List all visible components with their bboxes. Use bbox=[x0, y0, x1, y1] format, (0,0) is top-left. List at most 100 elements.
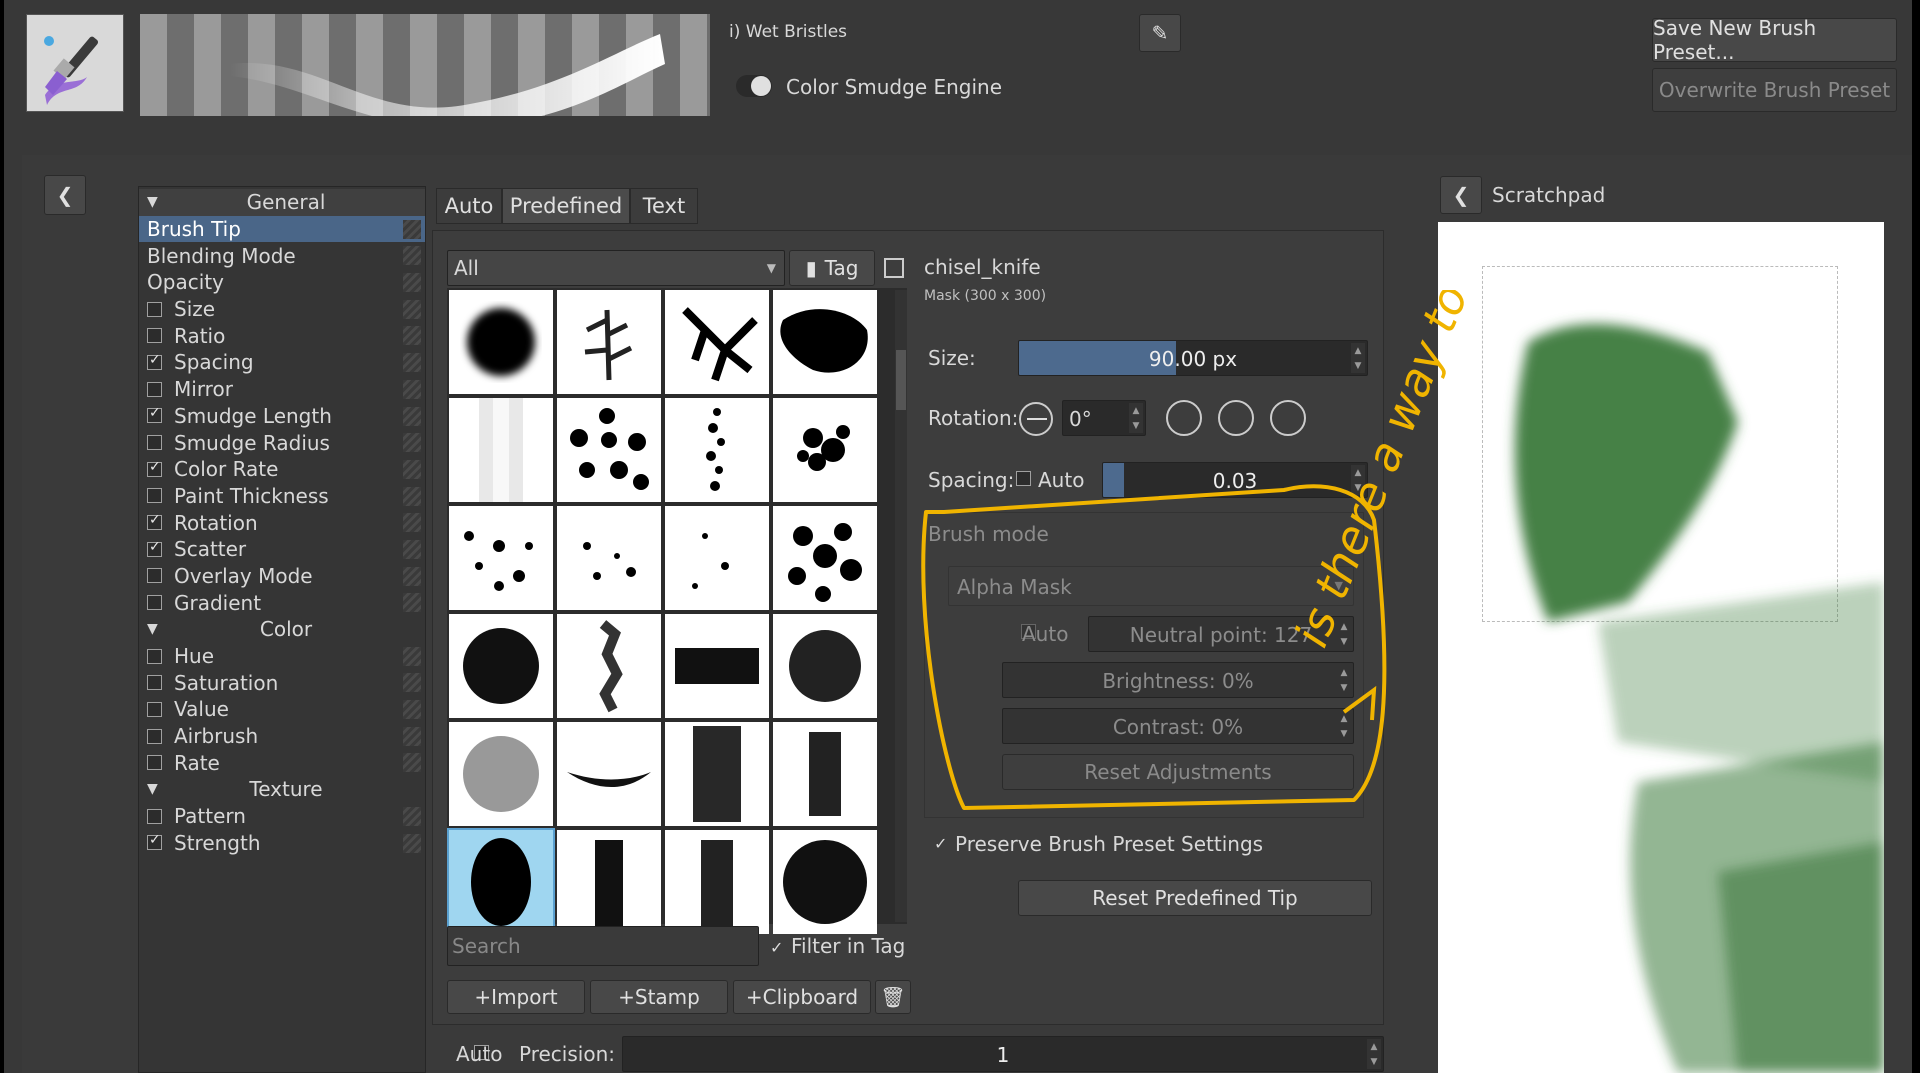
preset-icon[interactable] bbox=[26, 14, 124, 112]
category-item[interactable]: Paint Thickness bbox=[139, 483, 425, 510]
brush-tip-thumbnail[interactable] bbox=[773, 830, 877, 934]
category-item[interactable]: Gradient bbox=[139, 589, 425, 616]
scratchpad-collapse-button[interactable]: ❮ bbox=[1440, 176, 1482, 214]
tag-button[interactable]: ▮ Tag bbox=[789, 250, 875, 286]
filter-in-tag-checkbox[interactable]: ✓ bbox=[770, 938, 783, 957]
category-item[interactable]: Rotation bbox=[139, 509, 425, 536]
preserve-settings-checkbox[interactable]: ✓ bbox=[934, 834, 947, 853]
category-checkbox[interactable] bbox=[147, 301, 162, 317]
brush-tip-thumbnail[interactable] bbox=[557, 398, 661, 502]
brush-tip-thumbnail[interactable] bbox=[773, 290, 877, 394]
brush-tip-thumbnail[interactable] bbox=[557, 290, 661, 394]
category-item[interactable]: Smudge Radius bbox=[139, 429, 425, 456]
category-label: Saturation bbox=[174, 670, 279, 695]
category-item[interactable]: Scatter bbox=[139, 536, 425, 563]
category-item[interactable]: Overlay Mode bbox=[139, 563, 425, 590]
brush-tip-thumbnail[interactable] bbox=[449, 614, 553, 718]
brush-tip-thumbnail[interactable] bbox=[773, 398, 877, 502]
bookmark-icon: ▮ bbox=[805, 256, 817, 280]
import-button[interactable]: +Import bbox=[447, 980, 585, 1014]
category-header-color[interactable]: ▼ Color bbox=[139, 616, 425, 643]
tab-auto[interactable]: Auto bbox=[436, 188, 502, 224]
category-item[interactable]: Smudge Length bbox=[139, 403, 425, 430]
brush-tip-thumbnail[interactable] bbox=[665, 506, 769, 610]
brush-tip-thumbnail[interactable] bbox=[449, 398, 553, 502]
category-item[interactable]: Ratio bbox=[139, 322, 425, 349]
category-header-general[interactable]: ▼ General bbox=[139, 189, 425, 216]
category-checkbox[interactable] bbox=[147, 381, 162, 397]
engine-toggle[interactable] bbox=[736, 75, 772, 97]
edit-preset-name-button[interactable]: ✎ bbox=[1139, 14, 1181, 52]
category-checkbox[interactable] bbox=[147, 808, 162, 824]
brush-tip-thumbnail[interactable] bbox=[557, 722, 661, 826]
category-label: Blending Mode bbox=[147, 243, 296, 268]
category-label: Rate bbox=[174, 750, 220, 775]
collapse-left-button[interactable]: ❮ bbox=[44, 175, 86, 215]
category-item[interactable]: Value bbox=[139, 696, 425, 723]
stamp-button[interactable]: +Stamp bbox=[590, 980, 728, 1014]
category-label: Hue bbox=[174, 644, 215, 669]
brush-tip-thumbnail[interactable] bbox=[665, 290, 769, 394]
category-checkbox[interactable] bbox=[147, 539, 162, 557]
category-checkbox[interactable] bbox=[147, 675, 162, 691]
category-item[interactable]: Rate bbox=[139, 749, 425, 776]
category-label: Mirror bbox=[174, 377, 233, 402]
category-checkbox[interactable] bbox=[147, 488, 162, 504]
brush-tip-thumbnail[interactable] bbox=[665, 830, 769, 934]
tab-predefined[interactable]: Predefined bbox=[502, 188, 630, 224]
brush-tip-thumbnail[interactable] bbox=[449, 290, 553, 394]
category-checkbox[interactable] bbox=[147, 755, 162, 771]
brush-tip-thumbnail[interactable] bbox=[557, 830, 661, 934]
category-item[interactable]: Strength bbox=[139, 830, 425, 857]
tab-text[interactable]: Text bbox=[630, 188, 698, 224]
reset-predefined-tip-button[interactable]: Reset Predefined Tip bbox=[1018, 880, 1372, 916]
search-input[interactable]: Search bbox=[447, 926, 759, 966]
brush-tip-thumbnail[interactable] bbox=[557, 614, 661, 718]
brush-tip-grid bbox=[447, 288, 907, 936]
category-checkbox[interactable] bbox=[147, 648, 162, 664]
brush-tip-thumbnail[interactable] bbox=[665, 722, 769, 826]
category-item[interactable]: Brush Tip bbox=[139, 215, 425, 243]
category-item[interactable]: Pattern bbox=[139, 803, 425, 830]
category-item[interactable]: Size bbox=[139, 296, 425, 323]
category-label: Paint Thickness bbox=[174, 483, 329, 508]
category-checkbox[interactable] bbox=[147, 701, 162, 717]
brush-tip-thumbnail[interactable] bbox=[773, 506, 877, 610]
category-checkbox[interactable] bbox=[147, 328, 162, 344]
category-item[interactable]: Color Rate bbox=[139, 456, 425, 483]
precision-slider[interactable]: 1 ▲ ▼ bbox=[622, 1036, 1384, 1072]
category-checkbox[interactable] bbox=[147, 512, 162, 531]
category-item[interactable]: Opacity bbox=[139, 269, 425, 296]
category-item[interactable]: Saturation bbox=[139, 669, 425, 696]
brush-tip-thumbnail[interactable] bbox=[773, 722, 877, 826]
tag-filter-select[interactable]: All ▼ bbox=[447, 250, 785, 286]
category-item[interactable]: Mirror bbox=[139, 376, 425, 403]
category-checkbox[interactable] bbox=[147, 832, 162, 851]
category-checkbox[interactable] bbox=[147, 352, 162, 370]
precision-auto-label: Auto bbox=[456, 1042, 503, 1066]
brush-tip-thumbnail[interactable] bbox=[557, 506, 661, 610]
category-checkbox[interactable] bbox=[147, 595, 162, 611]
category-header-texture[interactable]: ▼ Texture bbox=[139, 776, 425, 803]
save-new-preset-button[interactable]: Save New Brush Preset... bbox=[1652, 16, 1897, 64]
chevron-left-icon: ❮ bbox=[1452, 183, 1470, 207]
category-checkbox[interactable] bbox=[147, 568, 162, 584]
brush-tip-thumbnail[interactable] bbox=[449, 506, 553, 610]
category-item[interactable]: Airbrush bbox=[139, 723, 425, 750]
category-checkbox[interactable] bbox=[147, 459, 162, 477]
category-checkbox[interactable] bbox=[147, 405, 162, 424]
category-checkbox[interactable] bbox=[147, 435, 162, 451]
brush-tip-thumbnail[interactable] bbox=[447, 828, 555, 936]
view-mode-icon[interactable] bbox=[884, 258, 904, 278]
brush-tip-thumbnail[interactable] bbox=[449, 722, 553, 826]
category-item[interactable]: Blending Mode bbox=[139, 242, 425, 269]
category-checkbox[interactable] bbox=[147, 728, 162, 744]
clipboard-button[interactable]: +Clipboard bbox=[733, 980, 871, 1014]
category-item[interactable]: Spacing bbox=[139, 349, 425, 376]
brush-tip-thumbnail[interactable] bbox=[773, 614, 877, 718]
delete-button[interactable]: 🗑 bbox=[875, 980, 911, 1014]
category-item[interactable]: Hue bbox=[139, 643, 425, 670]
overwrite-preset-button[interactable]: Overwrite Brush Preset bbox=[1652, 68, 1897, 112]
brush-tip-thumbnail[interactable] bbox=[665, 398, 769, 502]
brush-tip-thumbnail[interactable] bbox=[665, 614, 769, 718]
